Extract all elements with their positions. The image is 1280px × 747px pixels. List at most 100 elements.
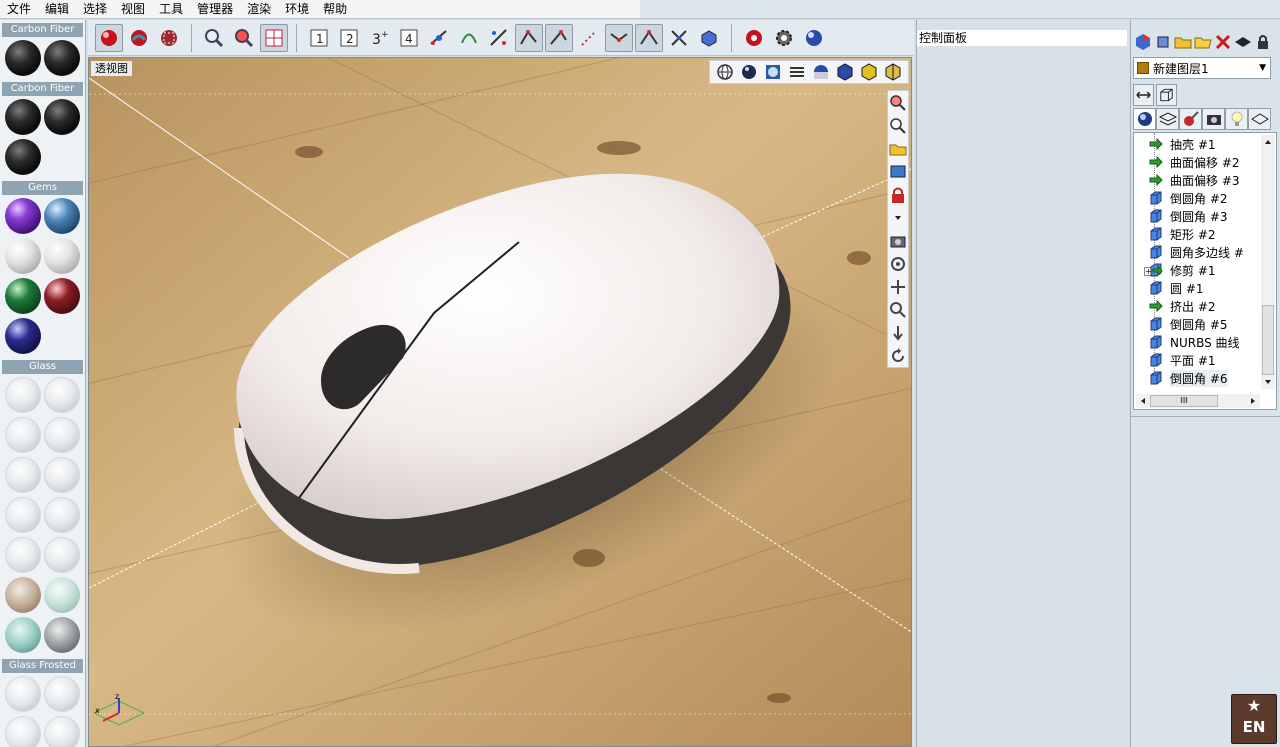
- material-swatch[interactable]: [5, 139, 41, 175]
- history-item[interactable]: 倒圆角 #3: [1148, 207, 1228, 225]
- environment-icon[interactable]: [800, 24, 828, 52]
- search-icon[interactable]: [888, 298, 908, 321]
- history-item[interactable]: 曲面偏移 #3: [1148, 171, 1240, 189]
- menu-item[interactable]: 管理器: [190, 0, 240, 19]
- layer-select[interactable]: 新建图层1 ▼: [1133, 57, 1271, 79]
- history-item[interactable]: 平面 #1: [1148, 351, 1216, 369]
- layers-icon[interactable]: [786, 61, 808, 83]
- material-swatch[interactable]: [44, 537, 80, 573]
- material-swatch[interactable]: [44, 676, 80, 712]
- material-swatch[interactable]: [5, 537, 41, 573]
- menu-item[interactable]: 渲染: [240, 0, 278, 19]
- edge-tool-icon[interactable]: [515, 23, 543, 52]
- history-item[interactable]: 倒圆角 #6: [1148, 369, 1228, 387]
- history-item[interactable]: 曲面偏移 #2: [1148, 153, 1240, 171]
- tab-cameras[interactable]: [1202, 108, 1225, 130]
- render-ball-red-icon[interactable]: [95, 23, 123, 52]
- tree-horizontal-scrollbar[interactable]: III: [1136, 394, 1260, 408]
- history-item[interactable]: 圆 #1: [1148, 279, 1204, 297]
- history-item[interactable]: NURBS 曲线: [1148, 333, 1240, 351]
- 3d-viewport[interactable]: x z 透视图: [88, 57, 912, 747]
- material-swatch[interactable]: [5, 617, 41, 653]
- dotted-line-icon[interactable]: [575, 24, 603, 52]
- material-swatch[interactable]: [44, 497, 80, 533]
- material-swatch[interactable]: [5, 238, 41, 274]
- history-item[interactable]: 抽壳 #1: [1148, 135, 1216, 153]
- material-swatch[interactable]: [44, 617, 80, 653]
- material-swatch[interactable]: [44, 457, 80, 493]
- material-swatch[interactable]: [44, 716, 80, 747]
- color-cube-icon[interactable]: [1133, 32, 1153, 52]
- material-swatch[interactable]: [44, 99, 80, 135]
- view-1-icon[interactable]: 1: [305, 24, 333, 52]
- material-swatch[interactable]: [5, 99, 41, 135]
- layer-diamond-icon[interactable]: [1233, 32, 1253, 52]
- material-swatch[interactable]: [5, 577, 41, 613]
- material-swatch[interactable]: [5, 40, 41, 76]
- folder-open-icon[interactable]: [1193, 32, 1213, 52]
- folder-icon[interactable]: [888, 137, 908, 160]
- dolly-icon[interactable]: [888, 321, 908, 344]
- render-region-icon[interactable]: [155, 24, 183, 52]
- scroll-left-icon[interactable]: [1136, 394, 1150, 408]
- zoom-in-icon[interactable]: [888, 91, 908, 114]
- expand-horizontal-icon[interactable]: [1133, 84, 1154, 106]
- scroll-right-icon[interactable]: [1246, 394, 1260, 408]
- cube-icon[interactable]: [1153, 32, 1173, 52]
- box-icon[interactable]: [1156, 84, 1177, 106]
- render-settings-icon[interactable]: [740, 24, 768, 52]
- angle-tool-icon[interactable]: [605, 23, 633, 52]
- tab-materials[interactable]: [1179, 108, 1202, 130]
- curve-tool-icon[interactable]: [455, 24, 483, 52]
- edge-tool-2-icon[interactable]: [545, 23, 573, 52]
- library-section-title[interactable]: Gems: [2, 181, 83, 195]
- wireframe-globe-icon[interactable]: [714, 61, 736, 83]
- scroll-down-icon[interactable]: [1261, 375, 1275, 389]
- delete-icon[interactable]: [1213, 32, 1233, 52]
- scroll-up-icon[interactable]: [1261, 135, 1275, 149]
- scroll-thumb[interactable]: [1262, 305, 1274, 375]
- menu-item[interactable]: 编辑: [38, 0, 76, 19]
- menu-item[interactable]: 视图: [114, 0, 152, 19]
- tab-scene-globe[interactable]: [1133, 108, 1156, 130]
- material-swatch[interactable]: [44, 238, 80, 274]
- grid-snap-icon[interactable]: [260, 23, 288, 52]
- material-swatch[interactable]: [44, 377, 80, 413]
- material-swatch[interactable]: [44, 198, 80, 234]
- history-item[interactable]: 修剪 #1: [1148, 261, 1216, 279]
- orbit-camera-icon[interactable]: [888, 252, 908, 275]
- material-swatch[interactable]: [5, 417, 41, 453]
- library-section-title[interactable]: Carbon Fiber Adv: [2, 82, 83, 108]
- material-swatch[interactable]: [5, 676, 41, 712]
- menu-item[interactable]: 工具: [152, 0, 190, 19]
- angle-tool-2-icon[interactable]: [635, 23, 663, 52]
- tree-vertical-scrollbar[interactable]: [1261, 135, 1275, 389]
- lock-icon[interactable]: [888, 183, 908, 206]
- chevron-down-icon[interactable]: [888, 206, 908, 229]
- language-badge[interactable]: ★ EN: [1231, 694, 1277, 744]
- blue-cube-icon[interactable]: [834, 61, 856, 83]
- screen-icon[interactable]: [888, 160, 908, 183]
- camera-icon[interactable]: [888, 229, 908, 252]
- material-swatch[interactable]: [5, 198, 41, 234]
- gear-icon[interactable]: [770, 24, 798, 52]
- tab-plane[interactable]: [1248, 108, 1271, 130]
- refresh-icon[interactable]: [888, 344, 908, 367]
- history-item[interactable]: 挤出 #2: [1148, 297, 1216, 315]
- zoom-extents-icon[interactable]: [888, 114, 908, 137]
- material-swatch[interactable]: [44, 278, 80, 314]
- view-4-icon[interactable]: 4: [395, 24, 423, 52]
- env-sphere-icon[interactable]: [762, 61, 784, 83]
- render-ball-teal-icon[interactable]: [125, 24, 153, 52]
- zoom-red-icon[interactable]: [230, 24, 258, 52]
- library-section-title[interactable]: Glass: [2, 360, 83, 374]
- menu-item[interactable]: 选择: [76, 0, 114, 19]
- view-3-icon[interactable]: 3 +: [365, 24, 393, 52]
- library-section-title[interactable]: Carbon Fiber: [2, 23, 83, 37]
- history-item[interactable]: 倒圆角 #5: [1148, 315, 1228, 333]
- lock-icon[interactable]: [1253, 32, 1273, 52]
- cube-view-icon[interactable]: [695, 24, 723, 52]
- yellow-cube-icon[interactable]: [858, 61, 880, 83]
- new-folder-icon[interactable]: [1173, 32, 1193, 52]
- tab-layers[interactable]: [1156, 108, 1179, 130]
